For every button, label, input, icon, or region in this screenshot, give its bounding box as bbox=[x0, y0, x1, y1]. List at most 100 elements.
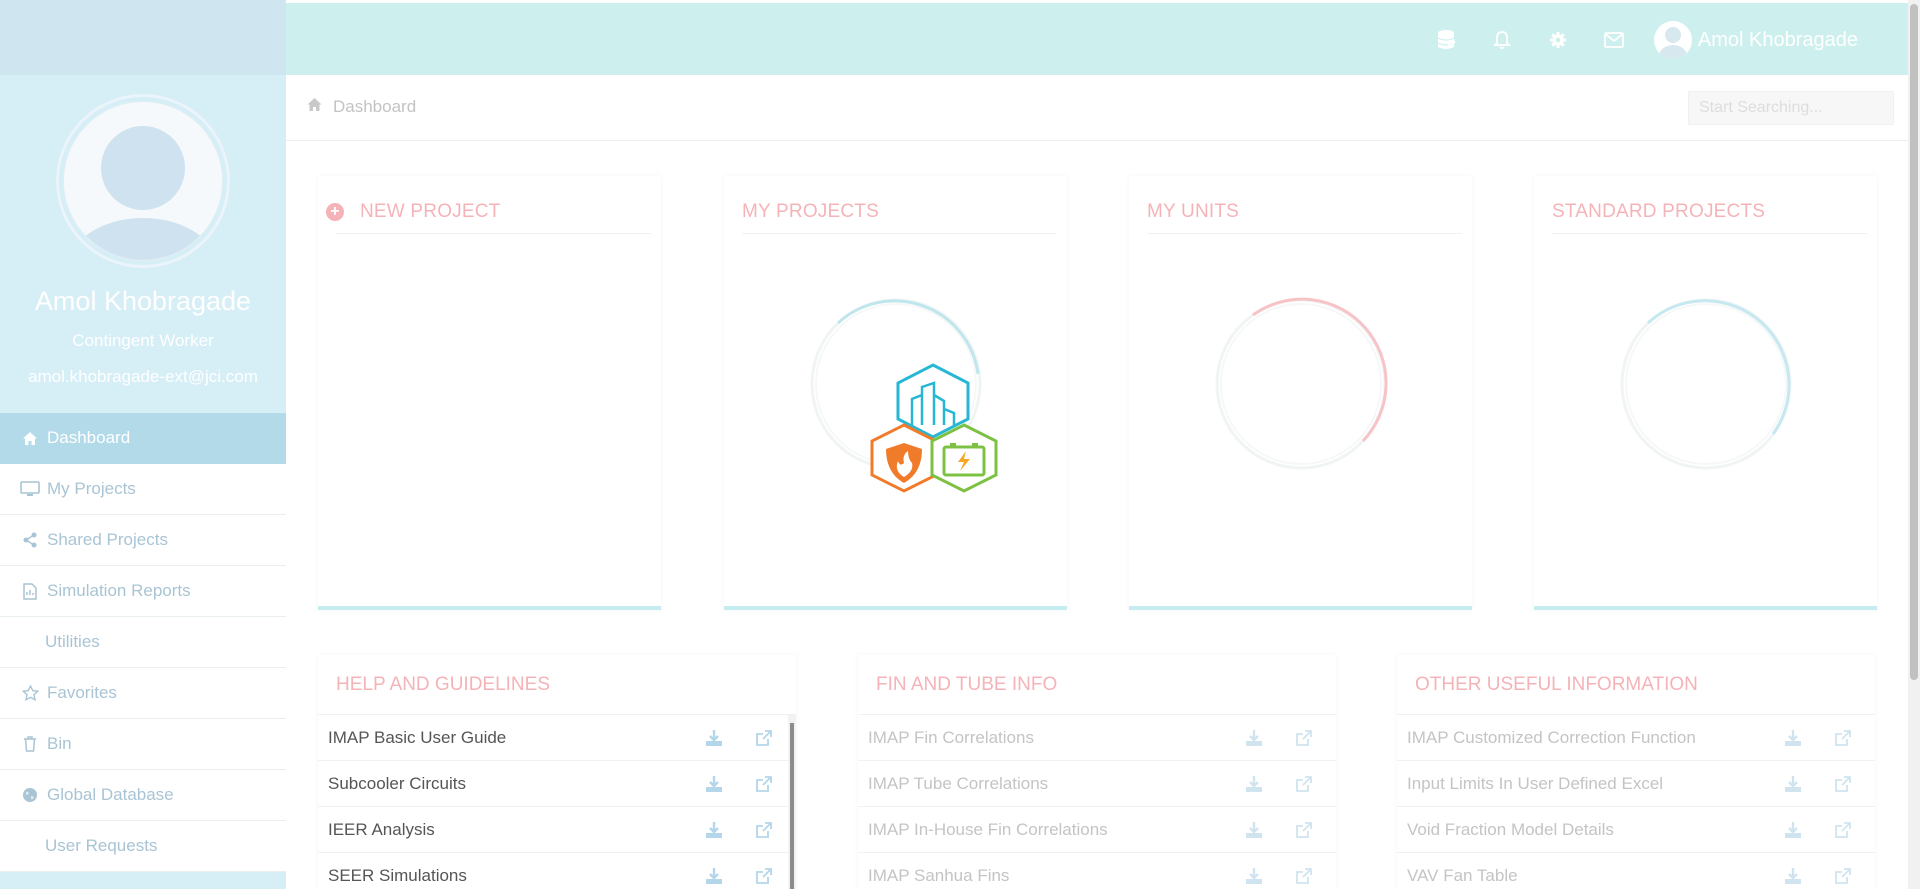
list-item: IMAP Customized Correction Function bbox=[1397, 715, 1875, 761]
loading-ring-icon bbox=[1620, 298, 1791, 470]
external-link-icon[interactable] bbox=[754, 728, 774, 748]
sidebar-item-bin[interactable]: Bin bbox=[0, 719, 286, 770]
download-icon[interactable] bbox=[1244, 866, 1264, 886]
sidebar-item-favorites[interactable]: Favorites bbox=[0, 668, 286, 719]
list-item-label: IMAP In-House Fin Correlations bbox=[868, 819, 1108, 839]
external-link-icon[interactable] bbox=[754, 774, 774, 794]
sidebar-item-label: Dashboard bbox=[47, 428, 131, 447]
external-link-icon[interactable] bbox=[754, 866, 774, 886]
card-title: MY PROJECTS bbox=[742, 200, 879, 222]
download-icon[interactable] bbox=[1244, 820, 1264, 840]
loading-ring-icon bbox=[1215, 297, 1387, 470]
sidebar-item-label: Utilities bbox=[45, 632, 100, 651]
download-icon[interactable] bbox=[704, 820, 724, 840]
list-item-label: IMAP Sanhua Fins bbox=[868, 865, 1010, 885]
my-projects-card[interactable]: MY PROJECTS bbox=[724, 176, 1067, 610]
row-actions bbox=[1214, 728, 1314, 748]
user-menu[interactable]: Amol Khobragade bbox=[1653, 21, 1858, 59]
breadcrumb: Dashboard bbox=[286, 75, 1908, 141]
list-item-label: Input Limits In User Defined Excel bbox=[1407, 773, 1664, 793]
sidebar-nav: Dashboard My Projects Shared Projects Si… bbox=[0, 413, 286, 872]
plus-circle-icon[interactable]: + bbox=[326, 202, 344, 221]
fin-tube-list: IMAP Fin Correlations IMAP Tube Correlati… bbox=[858, 715, 1336, 889]
list-item-label: VAV Fan Table bbox=[1407, 865, 1518, 885]
sidebar-item-my-projects[interactable]: My Projects bbox=[0, 464, 286, 515]
share-icon bbox=[19, 531, 41, 549]
sidebar-item-user-requests[interactable]: User Requests bbox=[0, 821, 286, 872]
download-icon[interactable] bbox=[1783, 728, 1803, 748]
other-info-panel: OTHER USEFUL INFORMATION IMAP Customized… bbox=[1397, 655, 1875, 889]
row-actions bbox=[1753, 820, 1853, 840]
envelope-icon[interactable] bbox=[1586, 24, 1642, 56]
gear-icon[interactable] bbox=[1530, 24, 1586, 56]
avatar bbox=[1653, 21, 1692, 59]
external-link-icon[interactable] bbox=[1833, 820, 1853, 840]
external-link-icon[interactable] bbox=[1294, 866, 1314, 886]
breadcrumb-label: Dashboard bbox=[333, 97, 417, 116]
list-item-label: IMAP Fin Correlations bbox=[868, 727, 1034, 747]
sidebar-item-simulation-reports[interactable]: Simulation Reports bbox=[0, 566, 286, 617]
download-icon[interactable] bbox=[1244, 728, 1264, 748]
database-icon[interactable] bbox=[1418, 24, 1474, 56]
new-project-card[interactable]: + NEW PROJECT bbox=[318, 176, 661, 610]
external-link-icon[interactable] bbox=[1294, 820, 1314, 840]
download-icon[interactable] bbox=[1783, 774, 1803, 794]
list-item-label: IMAP Customized Correction Function bbox=[1407, 727, 1696, 747]
external-link-icon[interactable] bbox=[1833, 728, 1853, 748]
card-header: MY PROJECTS bbox=[742, 190, 1057, 234]
list-item: IMAP Sanhua Fins bbox=[858, 853, 1336, 889]
sidebar-item-label: User Requests bbox=[45, 836, 158, 855]
download-icon[interactable] bbox=[1783, 866, 1803, 886]
sidebar-item-label: Favorites bbox=[47, 683, 117, 702]
download-icon[interactable] bbox=[704, 774, 724, 794]
globe-icon bbox=[19, 786, 41, 804]
list-item: IMAP Tube Correlations bbox=[858, 761, 1336, 807]
external-link-icon[interactable] bbox=[754, 820, 774, 840]
external-link-icon[interactable] bbox=[1833, 774, 1853, 794]
breadcrumb-home[interactable]: Dashboard bbox=[306, 97, 416, 117]
home-icon bbox=[19, 429, 41, 447]
sidebar-item-utilities[interactable]: Utilities bbox=[0, 617, 286, 668]
card-header: STANDARD PROJECTS bbox=[1552, 190, 1867, 234]
star-icon bbox=[19, 684, 41, 702]
user-silhouette-icon bbox=[63, 101, 223, 261]
card-title: MY UNITS bbox=[1147, 200, 1240, 222]
row-actions bbox=[1214, 866, 1314, 886]
list-item: IEER Analysis bbox=[318, 807, 796, 853]
download-icon[interactable] bbox=[1244, 774, 1264, 794]
external-link-icon[interactable] bbox=[1294, 774, 1314, 794]
bell-icon[interactable] bbox=[1474, 24, 1530, 56]
profile-role: Contingent Worker bbox=[72, 331, 214, 350]
list-item: Void Fraction Model Details bbox=[1397, 807, 1875, 853]
scrollbar-thumb[interactable] bbox=[1910, 4, 1918, 680]
row-actions bbox=[1753, 774, 1853, 794]
product-logo-icon bbox=[870, 363, 998, 493]
download-icon[interactable] bbox=[704, 866, 724, 886]
profile-section: Amol Khobragade Contingent Worker amol.k… bbox=[0, 94, 286, 387]
panel-scrollbar[interactable] bbox=[788, 715, 796, 889]
panel-title: OTHER USEFUL INFORMATION bbox=[1397, 655, 1875, 715]
download-icon[interactable] bbox=[1783, 820, 1803, 840]
fin-tube-panel: FIN AND TUBE INFO IMAP Fin Correlations I… bbox=[858, 655, 1336, 889]
row-actions bbox=[1214, 774, 1314, 794]
panel-title: HELP AND GUIDELINES bbox=[318, 655, 796, 715]
standard-projects-card[interactable]: STANDARD PROJECTS bbox=[1534, 176, 1877, 610]
profile-email: amol.khobragade-ext@jci.com bbox=[28, 367, 258, 386]
my-units-card[interactable]: MY UNITS bbox=[1129, 176, 1472, 610]
download-icon[interactable] bbox=[704, 728, 724, 748]
sidebar-item-shared-projects[interactable]: Shared Projects bbox=[0, 515, 286, 566]
search-input[interactable] bbox=[1688, 91, 1894, 125]
trash-icon bbox=[19, 735, 41, 753]
row-actions bbox=[1214, 820, 1314, 840]
sidebar-item-dashboard[interactable]: Dashboard bbox=[0, 413, 286, 464]
list-item-label: IMAP Tube Correlations bbox=[868, 773, 1049, 793]
external-link-icon[interactable] bbox=[1294, 728, 1314, 748]
panel-title: FIN AND TUBE INFO bbox=[858, 655, 1336, 715]
sidebar-item-label: Simulation Reports bbox=[47, 581, 191, 600]
page-scrollbar[interactable] bbox=[1908, 0, 1920, 889]
card-header: MY UNITS bbox=[1147, 190, 1462, 234]
sidebar-item-global-database[interactable]: Global Database bbox=[0, 770, 286, 821]
list-item-label: Void Fraction Model Details bbox=[1407, 819, 1614, 839]
external-link-icon[interactable] bbox=[1833, 866, 1853, 886]
list-item-label: Subcooler Circuits bbox=[328, 773, 466, 793]
